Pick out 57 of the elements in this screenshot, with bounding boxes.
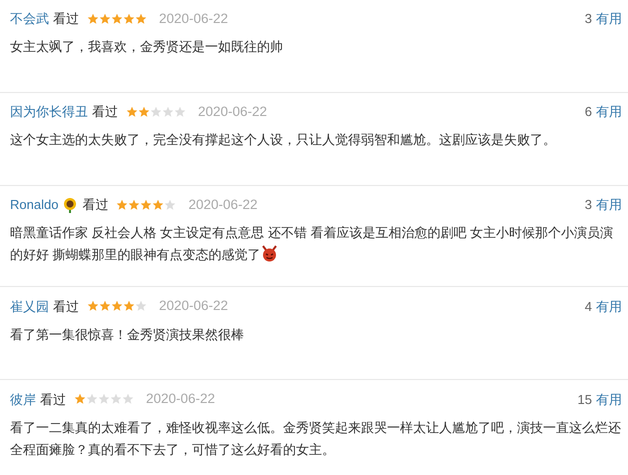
star-icon <box>135 300 147 312</box>
star-icon <box>111 13 123 26</box>
watch-status: 看过 <box>40 390 66 409</box>
watch-status: 看过 <box>53 298 79 316</box>
review-date: 2020-06-22 <box>188 196 258 214</box>
star-icon <box>99 13 111 26</box>
star-icon <box>110 393 122 406</box>
watch-status: 看过 <box>53 10 79 28</box>
star-icon <box>122 393 134 406</box>
review-text: 看了一二集真的太难看了，难怪收视率这么低。金秀贤笑起来跟哭一样太让人尴尬了吧，演技一直这么烂还全程面瘫脸？真的看不下去了，可惜了这么好看的女主。 <box>10 418 622 458</box>
watch-status: 看过 <box>82 196 108 214</box>
star-icon <box>164 199 176 212</box>
vote-count: 3 <box>584 10 592 28</box>
user-name-link[interactable]: 因为你长得丑 <box>10 102 88 122</box>
vote-count: 4 <box>584 298 592 316</box>
review-text: 这个女主选的太失败了，完全没有撑起这个人设，只让人觉得弱智和尴尬。这剧应该是失败了。 <box>10 131 557 150</box>
watch-status: 看过 <box>92 103 118 122</box>
user-name-link[interactable]: 不会武 <box>10 9 49 29</box>
star-icon <box>138 106 150 118</box>
useful-link[interactable]: 有用 <box>596 195 622 215</box>
review-date: 2020-06-22 <box>146 390 216 408</box>
review-date: 2020-06-22 <box>159 297 228 316</box>
star-icon <box>126 106 138 118</box>
star-icon <box>74 393 86 406</box>
star-icon <box>111 300 123 312</box>
star-icon <box>86 393 98 406</box>
useful-link[interactable]: 有用 <box>596 102 622 122</box>
useful-link[interactable]: 有用 <box>596 9 622 29</box>
devil-icon <box>260 245 278 262</box>
user-name-link[interactable]: 彼岸 <box>10 390 36 410</box>
review-text: 暗黑童话作家 反社会人格 女主设定有点意思 还不错 看着应该是互相治愈的剧吧 女主小时候那个小演员演的好好 撕蝴蝶那里的眼神有点变态的感觉了 <box>10 224 614 264</box>
vote-count: 3 <box>584 196 592 214</box>
review-date: 2020-06-22 <box>159 10 228 28</box>
star-icon <box>128 199 140 212</box>
star-icon <box>87 13 99 26</box>
star-icon <box>135 13 147 26</box>
star-icon <box>123 13 135 26</box>
star-icon <box>174 106 186 118</box>
useful-link[interactable]: 有用 <box>596 296 622 316</box>
user-name-link[interactable]: Ronaldo <box>10 195 58 215</box>
vote-count: 15 <box>578 390 592 409</box>
review-text: 女主太飒了，我喜欢，金秀贤还是一如既往的帅 <box>10 38 284 56</box>
star-icon <box>98 393 110 406</box>
user-name-link[interactable]: 崔乂园 <box>10 296 49 316</box>
vote-count: 6 <box>584 103 592 122</box>
star-icon <box>99 300 111 312</box>
star-icon <box>162 106 174 118</box>
star-icon <box>140 199 152 212</box>
sunflower-icon <box>62 197 78 214</box>
star-icon <box>123 300 135 312</box>
review-text: 看了第一集很惊喜！金秀贤演技果然很棒 <box>10 326 245 344</box>
useful-link[interactable]: 有用 <box>596 390 622 410</box>
review-date: 2020-06-22 <box>198 103 268 121</box>
star-icon <box>150 106 162 118</box>
star-icon <box>152 199 164 212</box>
star-icon <box>87 300 99 312</box>
star-icon <box>116 199 128 212</box>
